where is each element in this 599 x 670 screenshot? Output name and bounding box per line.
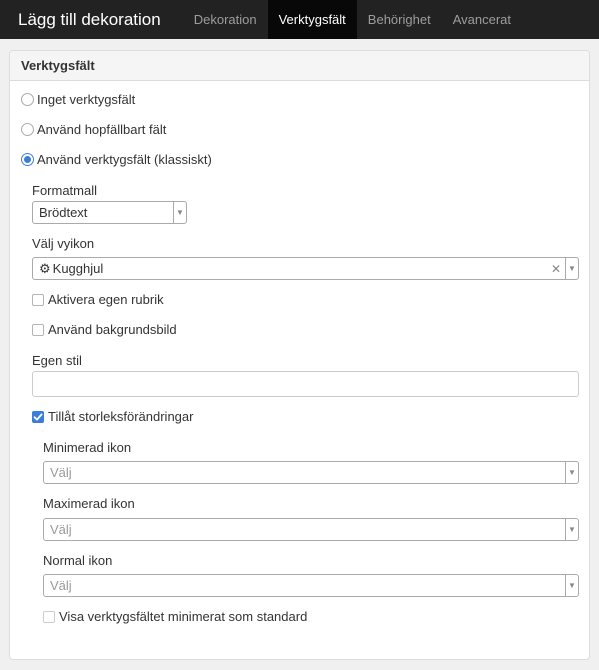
chevron-down-icon[interactable]: ▼ [565,519,578,540]
checkbox-label: Visa verktygsfältet minimerat som standa… [59,609,308,624]
select-placeholder: Välj [50,465,72,480]
top-navbar: Lägg till dekoration Dekoration Verktygs… [0,0,599,39]
radio-option-classic[interactable]: Använd verktygsfält (klassiskt) [21,152,212,167]
chevron-down-icon[interactable]: ▼ [565,258,578,279]
format-select[interactable]: Brödtext ▼ [32,201,187,224]
tab-behorighet[interactable]: Behörighet [357,0,442,39]
chevron-down-icon[interactable]: ▼ [565,462,578,483]
radio-button-selected[interactable] [21,153,34,166]
toolbar-panel: Verktygsfält Inget verktygsfält Använd h… [9,50,590,660]
checkbox-label: Tillåt storleksförändringar [48,409,194,424]
checkbox[interactable] [32,323,44,336]
allow-resize-checkbox-row[interactable]: Tillåt storleksförändringar [32,409,193,424]
maximized-icon-select[interactable]: Välj ▼ [43,518,579,541]
maximized-icon-label: Maximerad ikon [43,496,135,511]
checkbox-label: Aktivera egen rubrik [48,292,164,307]
tab-dekoration[interactable]: Dekoration [183,0,268,39]
show-minimized-checkbox-row[interactable]: Visa verktygsfältet minimerat som standa… [43,609,307,624]
radio-option-no-toolbar[interactable]: Inget verktygsfält [21,92,135,107]
clear-icon[interactable]: ✕ [549,262,563,276]
custom-style-input[interactable] [32,371,579,397]
custom-style-label: Egen stil [32,353,82,368]
select-placeholder: Välj [50,578,72,593]
radio-label: Inget verktygsfält [37,92,136,107]
radio-option-collapsible[interactable]: Använd hopfällbart fält [21,122,166,137]
view-icon-value: Kugghjul [52,261,104,276]
format-label: Formatmall [32,183,98,198]
checkbox-label: Använd bakgrundsbild [48,322,177,337]
background-image-checkbox-row[interactable]: Använd bakgrundsbild [32,322,177,337]
check-icon [33,413,43,420]
checkbox[interactable] [43,610,55,623]
view-icon-label: Välj vyikon [32,236,95,251]
view-icon-select[interactable]: ⚙ Kugghjul ✕ ▼ [32,257,579,280]
tab-verktygsfalt[interactable]: Verktygsfält [267,0,357,39]
format-value: Brödtext [39,205,88,220]
radio-label: Använd verktygsfält (klassiskt) [37,152,212,167]
gear-icon: ⚙ [39,260,51,276]
checkbox[interactable] [32,293,44,306]
tab-avancerat[interactable]: Avancerat [442,0,522,39]
checkbox-checked[interactable] [32,410,44,423]
normal-icon-select[interactable]: Välj ▼ [43,574,579,597]
radio-label: Använd hopfällbart fält [37,122,167,137]
select-placeholder: Välj [50,522,72,537]
minimized-icon-select[interactable]: Välj ▼ [43,461,579,484]
panel-heading: Verktygsfält [10,51,589,81]
chevron-down-icon[interactable]: ▼ [173,202,186,223]
radio-button[interactable] [21,123,34,136]
normal-icon-label: Normal ikon [43,553,113,568]
dialog-title: Lägg till dekoration [18,10,161,29]
minimized-icon-label: Minimerad ikon [43,440,132,455]
chevron-down-icon[interactable]: ▼ [565,575,578,596]
radio-button[interactable] [21,93,34,106]
custom-heading-checkbox-row[interactable]: Aktivera egen rubrik [32,292,164,307]
